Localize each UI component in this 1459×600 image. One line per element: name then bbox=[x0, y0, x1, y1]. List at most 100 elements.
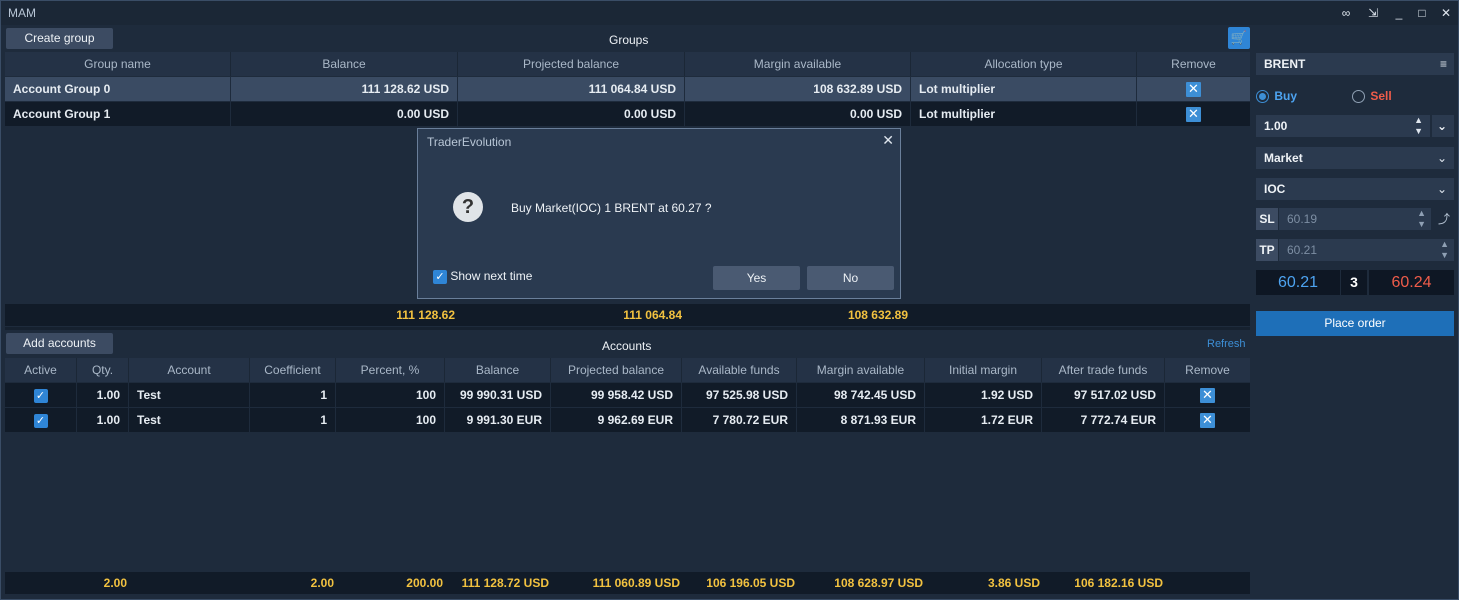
col-group-name[interactable]: Group name bbox=[5, 52, 231, 76]
acc-initial: 1.92 USD bbox=[925, 383, 1042, 407]
account-row[interactable]: ✓ 1.00 Test 1 100 99 990.31 USD 99 958.4… bbox=[5, 383, 1250, 407]
create-group-button[interactable]: Create group bbox=[6, 28, 113, 49]
detach-icon[interactable]: ⇲ bbox=[1364, 4, 1382, 22]
close-icon[interactable]: ✕ bbox=[1437, 4, 1455, 22]
acc-balance: 9 991.30 EUR bbox=[445, 408, 551, 432]
buy-radio[interactable]: Buy bbox=[1256, 89, 1298, 104]
col-percent[interactable]: Percent, % bbox=[336, 358, 445, 382]
group-row[interactable]: Account Group 0 111 128.62 USD 111 064.8… bbox=[5, 77, 1250, 101]
yes-button[interactable]: Yes bbox=[713, 266, 800, 290]
radio-on-icon[interactable] bbox=[1256, 90, 1269, 104]
tif-value: IOC bbox=[1264, 182, 1286, 196]
acc-percent: 100 bbox=[336, 383, 445, 407]
stepper-icon[interactable]: ▲ ▼ bbox=[1414, 115, 1423, 137]
groups-total-margin: 108 632.89 bbox=[847, 308, 908, 322]
place-order-button[interactable]: Place order bbox=[1256, 311, 1454, 336]
col-initial-margin[interactable]: Initial margin bbox=[925, 358, 1042, 382]
group-row[interactable]: Account Group 1 0.00 USD 0.00 USD 0.00 U… bbox=[5, 102, 1250, 126]
acc-qty[interactable]: 1.00 bbox=[77, 383, 129, 407]
col-balance[interactable]: Balance bbox=[231, 52, 458, 76]
col-active[interactable]: Active bbox=[5, 358, 77, 382]
acc-projected: 99 958.42 USD bbox=[551, 383, 682, 407]
acc-qty[interactable]: 1.00 bbox=[77, 408, 129, 432]
active-checkbox[interactable]: ✓ bbox=[33, 388, 48, 403]
tif-select[interactable]: IOC ⌄ bbox=[1256, 178, 1454, 200]
accounts-total-coef: 2.00 bbox=[310, 576, 334, 590]
col-after-trade[interactable]: After trade funds bbox=[1042, 358, 1165, 382]
chevron-down-icon[interactable]: ⌄ bbox=[1437, 119, 1447, 133]
dialog-close-icon[interactable]: ✕ bbox=[882, 132, 894, 149]
stepper-icon[interactable]: ▲ ▼ bbox=[1440, 239, 1449, 261]
col-acc-balance[interactable]: Balance bbox=[445, 358, 551, 382]
sl-toggle[interactable]: SL bbox=[1256, 208, 1278, 230]
remove-icon[interactable]: ✕ bbox=[1200, 413, 1215, 429]
acc-coef[interactable]: 1 bbox=[250, 408, 336, 432]
col-margin-available[interactable]: Margin available bbox=[685, 52, 911, 76]
col-allocation-type[interactable]: Allocation type bbox=[911, 52, 1137, 76]
ask-price[interactable]: 60.24 bbox=[1369, 270, 1454, 295]
trailing-stop-icon[interactable]: ⤴ bbox=[1434, 208, 1454, 230]
acc-name: Test bbox=[129, 408, 250, 432]
sl-input[interactable]: 60.19 ▲ ▼ bbox=[1279, 208, 1431, 230]
checkbox-icon[interactable]: ✓ bbox=[433, 269, 447, 284]
refresh-link[interactable]: Refresh bbox=[1207, 338, 1246, 350]
window-title: MAM bbox=[8, 6, 36, 20]
acc-available: 97 525.98 USD bbox=[682, 383, 797, 407]
remove-icon[interactable]: ✕ bbox=[1200, 388, 1215, 404]
quantity-value: 1.00 bbox=[1264, 119, 1288, 133]
accounts-header: Active Qty. Account Coefficient Percent,… bbox=[5, 358, 1250, 382]
symbol-selector[interactable]: BRENT ≡ bbox=[1256, 53, 1454, 75]
show-next-checkbox[interactable]: ✓ Show next time bbox=[433, 269, 532, 284]
quantity-input[interactable]: 1.00 ▲ ▼ bbox=[1256, 115, 1430, 137]
col-coefficient[interactable]: Coefficient bbox=[250, 358, 336, 382]
quantity-dropdown[interactable]: ⌄ bbox=[1432, 115, 1454, 137]
acc-projected: 9 962.69 EUR bbox=[551, 408, 682, 432]
sl-value: 60.19 bbox=[1287, 212, 1318, 226]
group-projected: 111 064.84 USD bbox=[458, 77, 685, 101]
maximize-icon[interactable]: □ bbox=[1413, 4, 1431, 22]
chevron-down-icon[interactable]: ⌄ bbox=[1437, 178, 1447, 200]
acc-coef[interactable]: 1 bbox=[250, 383, 336, 407]
confirm-dialog: TraderEvolution ✕ ? Buy Market(IOC) 1 BR… bbox=[417, 128, 901, 299]
chevron-down-icon[interactable]: ⌄ bbox=[1437, 147, 1447, 169]
add-accounts-button[interactable]: Add accounts bbox=[6, 333, 113, 354]
col-account[interactable]: Account bbox=[129, 358, 250, 382]
tp-toggle[interactable]: TP bbox=[1256, 239, 1278, 261]
group-remove-cell: ✕ bbox=[1137, 77, 1250, 101]
acc-margin: 98 742.45 USD bbox=[797, 383, 925, 407]
menu-icon[interactable]: ≡ bbox=[1440, 53, 1447, 75]
no-button[interactable]: No bbox=[807, 266, 894, 290]
active-checkbox[interactable]: ✓ bbox=[33, 413, 48, 428]
minimize-icon[interactable]: _ bbox=[1390, 4, 1408, 22]
col-projected-balance[interactable]: Projected balance bbox=[458, 52, 685, 76]
dialog-message: Buy Market(IOC) 1 BRENT at 60.27 ? bbox=[511, 201, 712, 215]
stepper-icon[interactable]: ▲ ▼ bbox=[1417, 208, 1426, 230]
groups-total-projected: 111 064.84 bbox=[623, 308, 682, 322]
cart-icon[interactable]: 🛒 bbox=[1228, 27, 1250, 49]
sell-radio[interactable]: Sell bbox=[1352, 89, 1392, 104]
accounts-total-available: 106 196.05 USD bbox=[706, 576, 795, 590]
buy-label: Buy bbox=[1274, 89, 1298, 103]
col-qty[interactable]: Qty. bbox=[77, 358, 129, 382]
order-type-select[interactable]: Market ⌄ bbox=[1256, 147, 1454, 169]
link-icon[interactable]: ∞ bbox=[1337, 4, 1355, 22]
radio-off-icon[interactable] bbox=[1352, 90, 1365, 104]
acc-name: Test bbox=[129, 383, 250, 407]
col-available-funds[interactable]: Available funds bbox=[682, 358, 797, 382]
acc-percent: 100 bbox=[336, 408, 445, 432]
group-remove-cell: ✕ bbox=[1137, 102, 1250, 126]
splitter[interactable] bbox=[5, 327, 1250, 330]
spread-value: 3 bbox=[1341, 270, 1367, 295]
acc-remove-cell: ✕ bbox=[1165, 383, 1250, 407]
bid-price[interactable]: 60.21 bbox=[1256, 270, 1340, 295]
col-acc-projected[interactable]: Projected balance bbox=[551, 358, 682, 382]
col-acc-margin[interactable]: Margin available bbox=[797, 358, 925, 382]
account-row[interactable]: ✓ 1.00 Test 1 100 9 991.30 EUR 9 962.69 … bbox=[5, 408, 1250, 432]
col-acc-remove[interactable]: Remove bbox=[1165, 358, 1250, 382]
accounts-total-qty: 2.00 bbox=[103, 576, 127, 590]
remove-icon[interactable]: ✕ bbox=[1186, 82, 1201, 98]
tp-input[interactable]: 60.21 ▲ ▼ bbox=[1279, 239, 1454, 261]
group-balance: 111 128.62 USD bbox=[231, 77, 458, 101]
col-remove[interactable]: Remove bbox=[1137, 52, 1250, 76]
remove-icon[interactable]: ✕ bbox=[1186, 107, 1201, 123]
